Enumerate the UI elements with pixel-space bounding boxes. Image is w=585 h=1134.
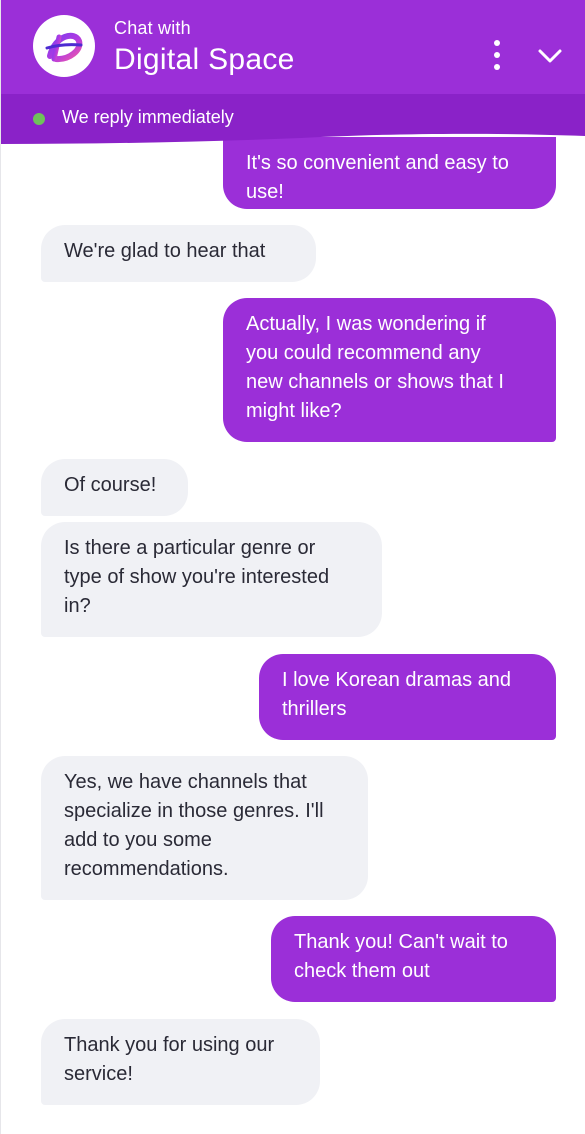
- message-line: Thank you! Can't wait to: [294, 931, 508, 953]
- agent-message: Thank you for using our service!: [41, 1019, 320, 1105]
- message-line: might like?: [246, 400, 342, 422]
- message-line: We're glad to hear that: [64, 240, 266, 262]
- agent-message: Yes, we have channels that specialize in…: [41, 756, 368, 900]
- chat-header: Chat with Digital Space: [1, 0, 585, 94]
- message-line: recommendations.: [64, 858, 229, 880]
- digital-space-logo: [33, 15, 95, 77]
- message-line: add to you some: [64, 829, 212, 851]
- message-line: I love Korean dramas and: [282, 669, 512, 691]
- message-line: specialize in those genres. I'll: [64, 800, 324, 822]
- message-line: new channels or shows that I: [246, 371, 504, 393]
- message-line: type of show you're interested: [64, 566, 330, 588]
- message-line: Actually, I was wondering if: [246, 313, 486, 335]
- agent-message: We're glad to hear that: [41, 225, 316, 282]
- chat-title: Digital Space: [114, 43, 295, 76]
- online-status-dot: [33, 113, 45, 125]
- status-text: We reply immediately: [62, 107, 234, 127]
- message-line: Of course!: [64, 474, 157, 496]
- user-message: Thank you! Can't wait to check them out: [271, 916, 556, 1002]
- user-message: I love Korean dramas and thrillers: [259, 654, 556, 740]
- user-message: Actually, I was wondering if you could r…: [223, 298, 556, 442]
- chat-widget: Chat with Digital Space We reply immedia…: [0, 0, 585, 1134]
- user-message: It's so convenient and easy to use!: [223, 137, 556, 209]
- message-line: check them out: [294, 960, 430, 982]
- message-line: you could recommend any: [246, 342, 481, 364]
- message-line: use!: [246, 181, 284, 203]
- message-line: service!: [64, 1063, 133, 1085]
- agent-message: Is there a particular genre or type of s…: [41, 522, 382, 637]
- message-line: Is there a particular genre or: [64, 537, 316, 559]
- agent-message: Of course!: [41, 459, 188, 516]
- message-line: in?: [64, 595, 91, 617]
- message-line: Yes, we have channels that: [64, 771, 307, 793]
- more-options-icon[interactable]: [485, 40, 509, 70]
- chat-with-label: Chat with: [114, 18, 191, 38]
- message-line: It's so convenient and easy to: [246, 152, 509, 174]
- chevron-down-icon[interactable]: [535, 43, 565, 69]
- message-line: thrillers: [282, 698, 347, 720]
- message-line: Thank you for using our: [64, 1034, 275, 1056]
